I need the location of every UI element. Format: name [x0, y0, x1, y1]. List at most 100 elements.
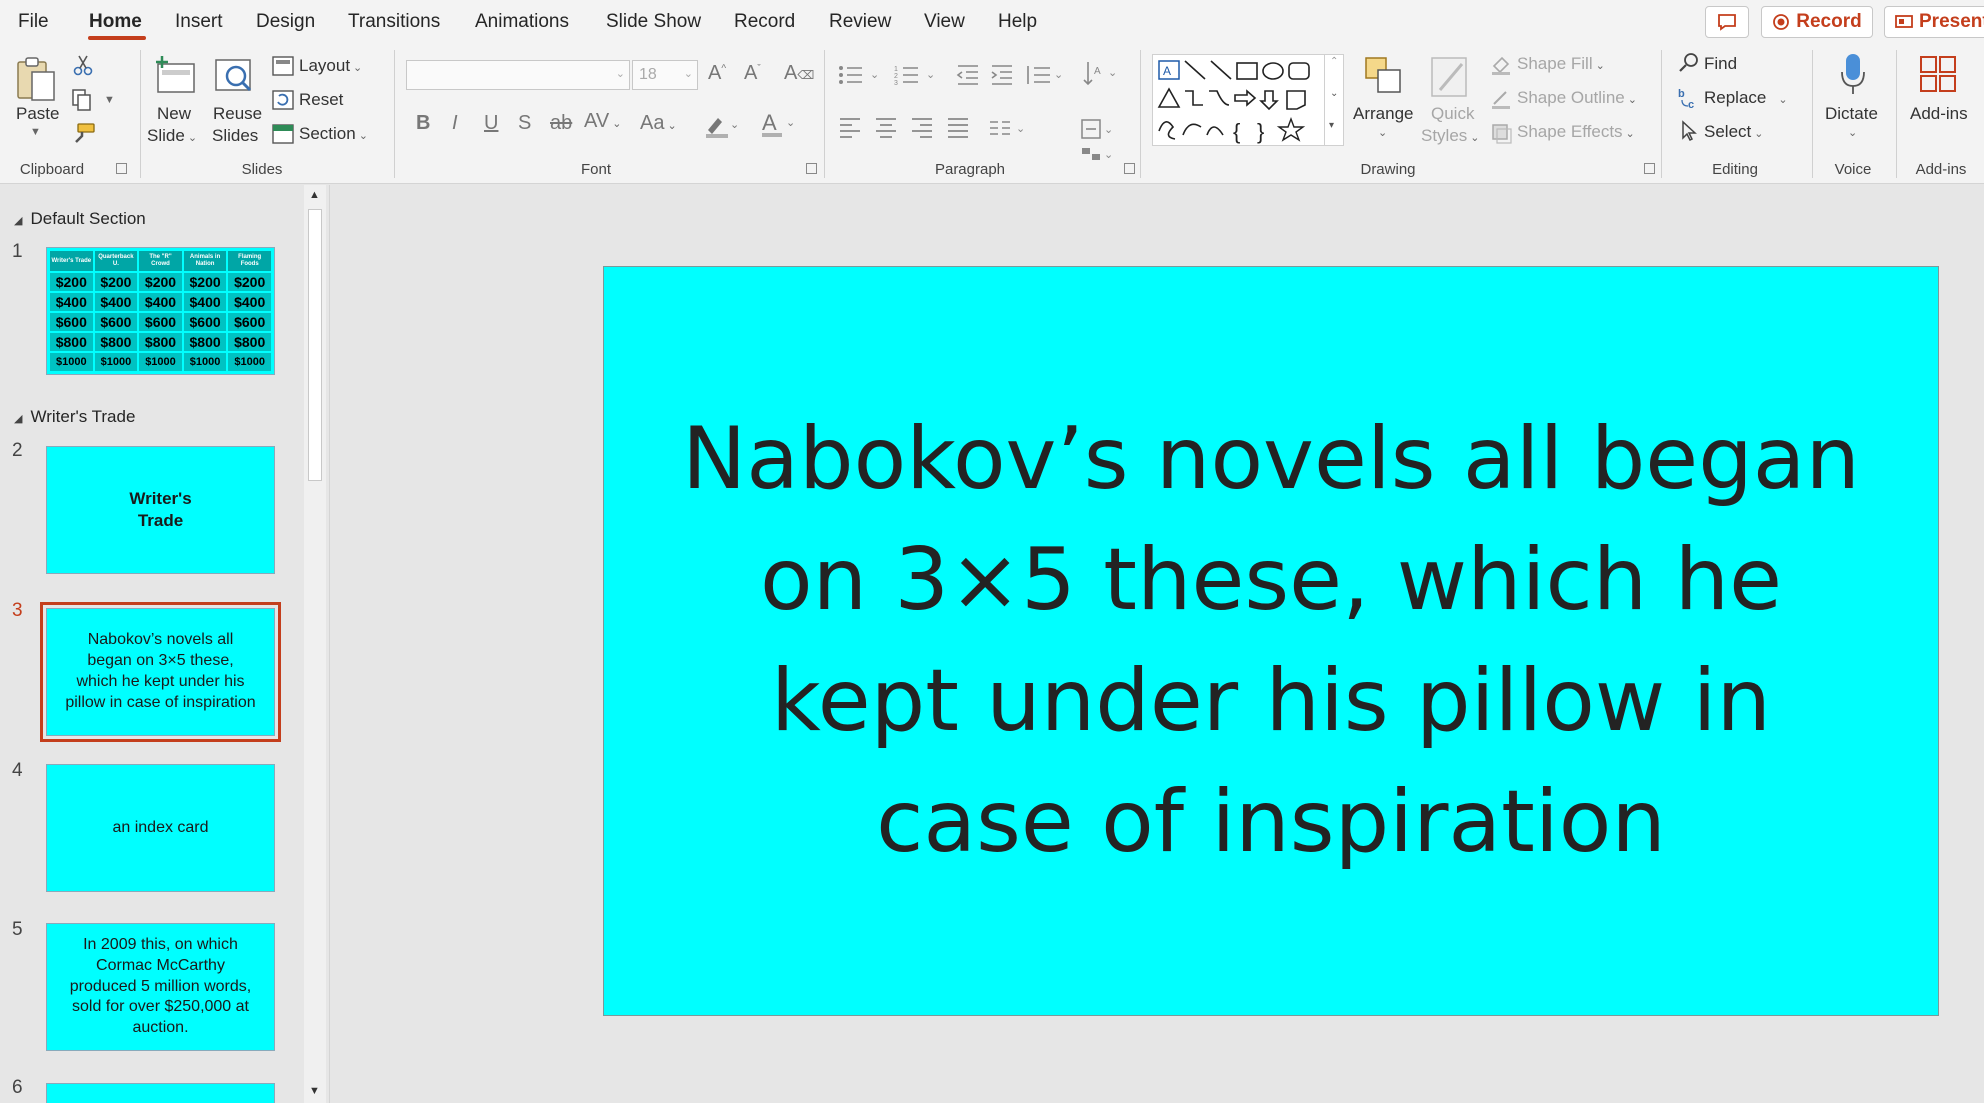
- slide-text-box[interactable]: Nabokov’s novels all began on 3×5 these,…: [604, 399, 1938, 883]
- shape-fill-icon: [1492, 56, 1510, 75]
- reuse-slides-icon[interactable]: [212, 54, 258, 96]
- justify-icon[interactable]: [946, 116, 970, 138]
- slide-thumbnail-3[interactable]: Nabokov’s novels all began on 3×5 these,…: [40, 602, 281, 742]
- copy-dropdown-icon[interactable]: ▼: [104, 94, 115, 106]
- chevron-up-icon[interactable]: ⌃: [1330, 56, 1338, 67]
- line-spacing-icon[interactable]: ⌄: [1024, 64, 1064, 86]
- bullets-icon[interactable]: ⌄: [838, 64, 884, 86]
- scroll-up-icon[interactable]: ▲: [309, 189, 320, 201]
- slide-thumbnail-2[interactable]: Writer's Trade: [46, 446, 275, 574]
- shapes-scroll[interactable]: ⌃ ⌄ ▾: [1324, 54, 1344, 146]
- collapse-triangle-icon[interactable]: ◢: [14, 215, 22, 227]
- paste-button[interactable]: [14, 54, 58, 109]
- tab-record[interactable]: Record: [734, 11, 795, 33]
- shape-effects-button[interactable]: Shape Effects ⌄: [1517, 122, 1635, 142]
- font-color-icon[interactable]: A ⌄: [760, 110, 794, 138]
- more-shapes-icon[interactable]: ▾: [1329, 120, 1334, 131]
- record-button[interactable]: Record: [1761, 6, 1873, 38]
- copy-icon[interactable]: [70, 88, 94, 112]
- microphone-icon[interactable]: [1838, 52, 1868, 98]
- new-slide-button[interactable]: Slide ⌄: [147, 126, 197, 146]
- clipboard-launcher-icon[interactable]: [116, 163, 127, 174]
- new-slide-icon[interactable]: [152, 54, 198, 96]
- find-button[interactable]: Find: [1704, 54, 1737, 74]
- tab-home[interactable]: Home: [89, 11, 142, 33]
- quick-styles-button[interactable]: Styles ⌄: [1421, 126, 1480, 146]
- addins-icon[interactable]: [1918, 54, 1960, 96]
- tab-help[interactable]: Help: [998, 11, 1037, 33]
- scrollbar-thumb[interactable]: [308, 209, 322, 481]
- clear-formatting-icon[interactable]: A⌫: [784, 62, 814, 85]
- text-direction-icon[interactable]: A ⌄: [1082, 60, 1118, 88]
- strikethrough-icon[interactable]: ab: [550, 112, 572, 135]
- quick-styles-icon[interactable]: [1428, 54, 1472, 100]
- slide-canvas[interactable]: Nabokov’s novels all began on 3×5 these,…: [603, 266, 1939, 1016]
- tab-view[interactable]: View: [924, 11, 965, 33]
- scroll-down-icon[interactable]: ▼: [309, 1085, 320, 1097]
- chevron-down-icon[interactable]: ⌄: [1378, 126, 1387, 139]
- replace-button[interactable]: Replace ⌄: [1704, 88, 1788, 108]
- slide-thumbnail-5[interactable]: In 2009 this, on which Cormac McCarthy p…: [46, 923, 275, 1051]
- clipboard-group-label: Clipboard: [19, 161, 85, 178]
- tab-slide-show[interactable]: Slide Show: [606, 11, 701, 33]
- drawing-launcher-icon[interactable]: [1644, 163, 1655, 174]
- increase-indent-icon[interactable]: [990, 64, 1014, 86]
- align-right-icon[interactable]: [910, 116, 934, 138]
- cut-icon[interactable]: [72, 54, 94, 76]
- comments-button[interactable]: [1705, 6, 1749, 38]
- align-text-icon[interactable]: ⌄: [1080, 118, 1116, 140]
- font-launcher-icon[interactable]: [806, 163, 817, 174]
- chevron-down-icon: ⌄: [1754, 128, 1764, 140]
- chevron-down-icon[interactable]: ⌄: [1848, 126, 1857, 139]
- layout-button[interactable]: Layout ⌄: [299, 56, 362, 76]
- tab-transitions[interactable]: Transitions: [348, 11, 440, 33]
- highlight-icon[interactable]: ⌄: [704, 112, 738, 138]
- text-shadow-icon[interactable]: S: [518, 112, 531, 135]
- tab-review[interactable]: Review: [829, 11, 891, 33]
- slide-thumbnail-pane[interactable]: ◢ Default Section 1 Writer's Trade Quarte…: [0, 185, 330, 1103]
- italic-icon[interactable]: I: [452, 112, 458, 135]
- columns-icon[interactable]: ⌄: [988, 118, 1028, 138]
- collapse-triangle-icon[interactable]: ◢: [14, 413, 22, 425]
- align-center-icon[interactable]: [874, 116, 898, 138]
- slide-thumbnail-1[interactable]: Writer's Trade Quarterback U. The "R" Cr…: [46, 247, 275, 375]
- chevron-down-icon[interactable]: ⌄: [1330, 88, 1338, 99]
- tab-design[interactable]: Design: [256, 11, 315, 33]
- shape-outline-button[interactable]: Shape Outline ⌄: [1517, 88, 1637, 108]
- underline-icon[interactable]: U: [484, 112, 498, 135]
- shape-fill-button[interactable]: Shape Fill ⌄: [1517, 54, 1605, 74]
- dictate-label: Dictate: [1825, 104, 1878, 123]
- present-button[interactable]: Present: [1884, 6, 1984, 38]
- thumbnail-scrollbar[interactable]: ▲ ▼: [304, 185, 326, 1103]
- arrange-icon[interactable]: [1362, 54, 1404, 98]
- paste-dropdown-icon[interactable]: ▼: [30, 126, 41, 138]
- align-left-icon[interactable]: [838, 116, 862, 138]
- section-header-writers-trade[interactable]: ◢ Writer's Trade: [14, 407, 135, 427]
- grid-cell: $800: [139, 333, 182, 351]
- section-header-default[interactable]: ◢ Default Section: [14, 209, 146, 229]
- decrease-font-icon[interactable]: Aˇ: [744, 62, 761, 85]
- bold-icon[interactable]: B: [416, 112, 430, 135]
- increase-font-icon[interactable]: A^: [708, 62, 726, 85]
- grid-cell: $800: [50, 333, 93, 351]
- format-painter-icon[interactable]: [70, 122, 96, 146]
- grid-cell: $200: [183, 273, 227, 291]
- select-button[interactable]: Select ⌄: [1704, 122, 1763, 142]
- smartart-icon[interactable]: ⌄: [1080, 146, 1116, 162]
- slide-thumbnail-4[interactable]: an index card: [46, 764, 275, 892]
- font-name-combo[interactable]: ⌄: [406, 60, 630, 90]
- shapes-gallery[interactable]: A { }: [1152, 54, 1344, 146]
- tab-file[interactable]: File: [18, 11, 49, 33]
- decrease-indent-icon[interactable]: [956, 64, 980, 86]
- slide-thumbnail-6[interactable]: [46, 1083, 275, 1103]
- grid-cell: $600: [183, 313, 227, 331]
- section-button[interactable]: Section ⌄: [299, 124, 368, 144]
- reset-button[interactable]: Reset: [299, 90, 343, 110]
- change-case-icon[interactable]: Aa ⌄: [640, 112, 677, 135]
- font-size-combo[interactable]: 18 ⌄: [632, 60, 698, 90]
- numbering-icon[interactable]: 123 ⌄: [894, 64, 940, 86]
- tab-animations[interactable]: Animations: [475, 11, 569, 33]
- paragraph-launcher-icon[interactable]: [1124, 163, 1135, 174]
- character-spacing-icon[interactable]: AV ⌄: [584, 110, 621, 133]
- tab-insert[interactable]: Insert: [175, 11, 223, 33]
